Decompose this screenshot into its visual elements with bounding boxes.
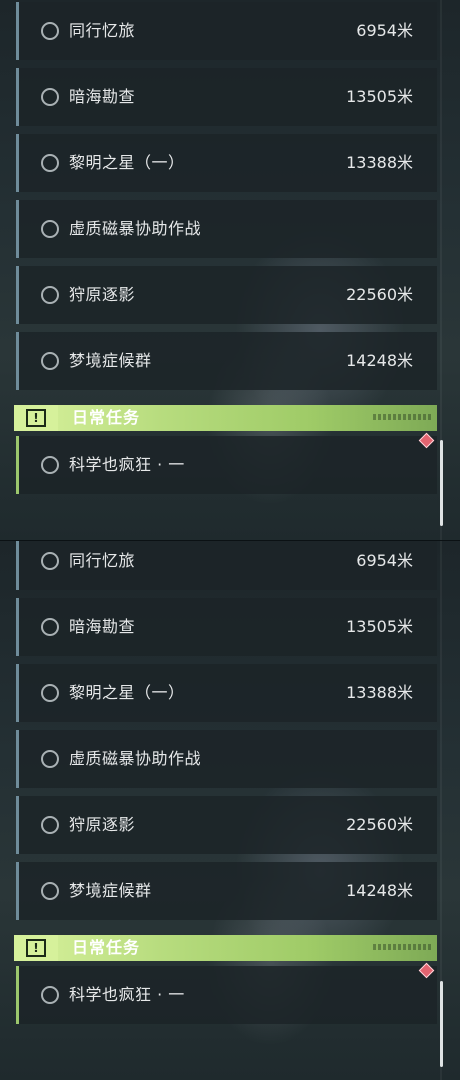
daily-tasks-header[interactable]: ! 日常任务 — [14, 935, 437, 961]
scrollbar-thumb[interactable] — [440, 440, 443, 526]
task-status-circle-icon — [41, 456, 59, 474]
section-title: 日常任务 — [72, 408, 141, 427]
quest-distance: 6954米 — [356, 551, 413, 570]
quest-list-panel: 同行忆旅 6954米 暗海勘查 13505米 黎明之星（一） 13388米 虚质… — [0, 0, 460, 540]
quest-distance: 13388米 — [346, 683, 413, 702]
quest-title: 梦境症候群 — [69, 881, 152, 900]
quest-item[interactable]: 狩原逐影 22560米 — [16, 266, 437, 324]
quest-title: 狩原逐影 — [69, 815, 136, 834]
quest-item[interactable]: 暗海勘查 13505米 — [16, 598, 437, 656]
quest-status-circle-icon — [41, 286, 59, 304]
section-title: 日常任务 — [72, 938, 141, 957]
daily-tasks-header[interactable]: ! 日常任务 — [14, 405, 437, 431]
quest-distance: 22560米 — [346, 815, 413, 834]
quest-status-circle-icon — [41, 220, 59, 238]
task-title: 科学也疯狂 · 一 — [69, 985, 185, 1004]
quest-item[interactable]: 黎明之星（一） 13388米 — [16, 664, 437, 722]
quest-list-panel: 同行忆旅 6954米 暗海勘查 13505米 黎明之星（一） 13388米 虚质… — [0, 540, 460, 1080]
section-tag-decoration — [373, 944, 431, 950]
daily-task-item[interactable]: 科学也疯狂 · 一 — [16, 966, 437, 1024]
quest-distance: 13388米 — [346, 153, 413, 172]
quest-status-circle-icon — [41, 352, 59, 370]
quest-distance: 22560米 — [346, 285, 413, 304]
daily-task-item[interactable]: 科学也疯狂 · 一 — [16, 436, 437, 494]
quest-item[interactable]: 黎明之星（一） 13388米 — [16, 134, 437, 192]
section-tag-decoration — [373, 414, 431, 420]
quest-status-circle-icon — [41, 88, 59, 106]
quest-title: 暗海勘查 — [69, 87, 136, 106]
quest-item[interactable]: 梦境症候群 14248米 — [16, 862, 437, 920]
quest-item[interactable]: 虚质磁暴协助作战 — [16, 200, 437, 258]
quest-item[interactable]: 虚质磁暴协助作战 — [16, 730, 437, 788]
task-status-circle-icon — [41, 986, 59, 1004]
quest-title: 狩原逐影 — [69, 285, 136, 304]
quest-item[interactable]: 狩原逐影 22560米 — [16, 796, 437, 854]
quest-status-circle-icon — [41, 750, 59, 768]
quest-title: 黎明之星（一） — [69, 153, 185, 172]
quest-distance: 14248米 — [346, 351, 413, 370]
quest-title: 虚质磁暴协助作战 — [69, 219, 202, 238]
quest-title: 黎明之星（一） — [69, 683, 185, 702]
quest-item[interactable]: 同行忆旅 6954米 — [16, 541, 437, 590]
quest-title: 同行忆旅 — [69, 21, 136, 40]
quest-item[interactable]: 暗海勘查 13505米 — [16, 68, 437, 126]
quest-status-circle-icon — [41, 684, 59, 702]
quest-item[interactable]: 同行忆旅 6954米 — [16, 2, 437, 60]
quest-distance: 13505米 — [346, 617, 413, 636]
quest-status-circle-icon — [41, 882, 59, 900]
quest-status-circle-icon — [41, 22, 59, 40]
alert-icon: ! — [14, 935, 58, 961]
task-title: 科学也疯狂 · 一 — [69, 455, 185, 474]
quest-status-circle-icon — [41, 552, 59, 570]
quest-status-circle-icon — [41, 154, 59, 172]
quest-title: 暗海勘查 — [69, 617, 136, 636]
scrollbar-thumb[interactable] — [440, 981, 443, 1067]
quest-distance: 13505米 — [346, 87, 413, 106]
quest-title: 虚质磁暴协助作战 — [69, 749, 202, 768]
quest-title: 梦境症候群 — [69, 351, 152, 370]
quest-title: 同行忆旅 — [69, 551, 136, 570]
quest-distance: 14248米 — [346, 881, 413, 900]
quest-item[interactable]: 梦境症候群 14248米 — [16, 332, 437, 390]
quest-status-circle-icon — [41, 816, 59, 834]
alert-icon: ! — [14, 405, 58, 431]
quest-distance: 6954米 — [356, 21, 413, 40]
quest-status-circle-icon — [41, 618, 59, 636]
